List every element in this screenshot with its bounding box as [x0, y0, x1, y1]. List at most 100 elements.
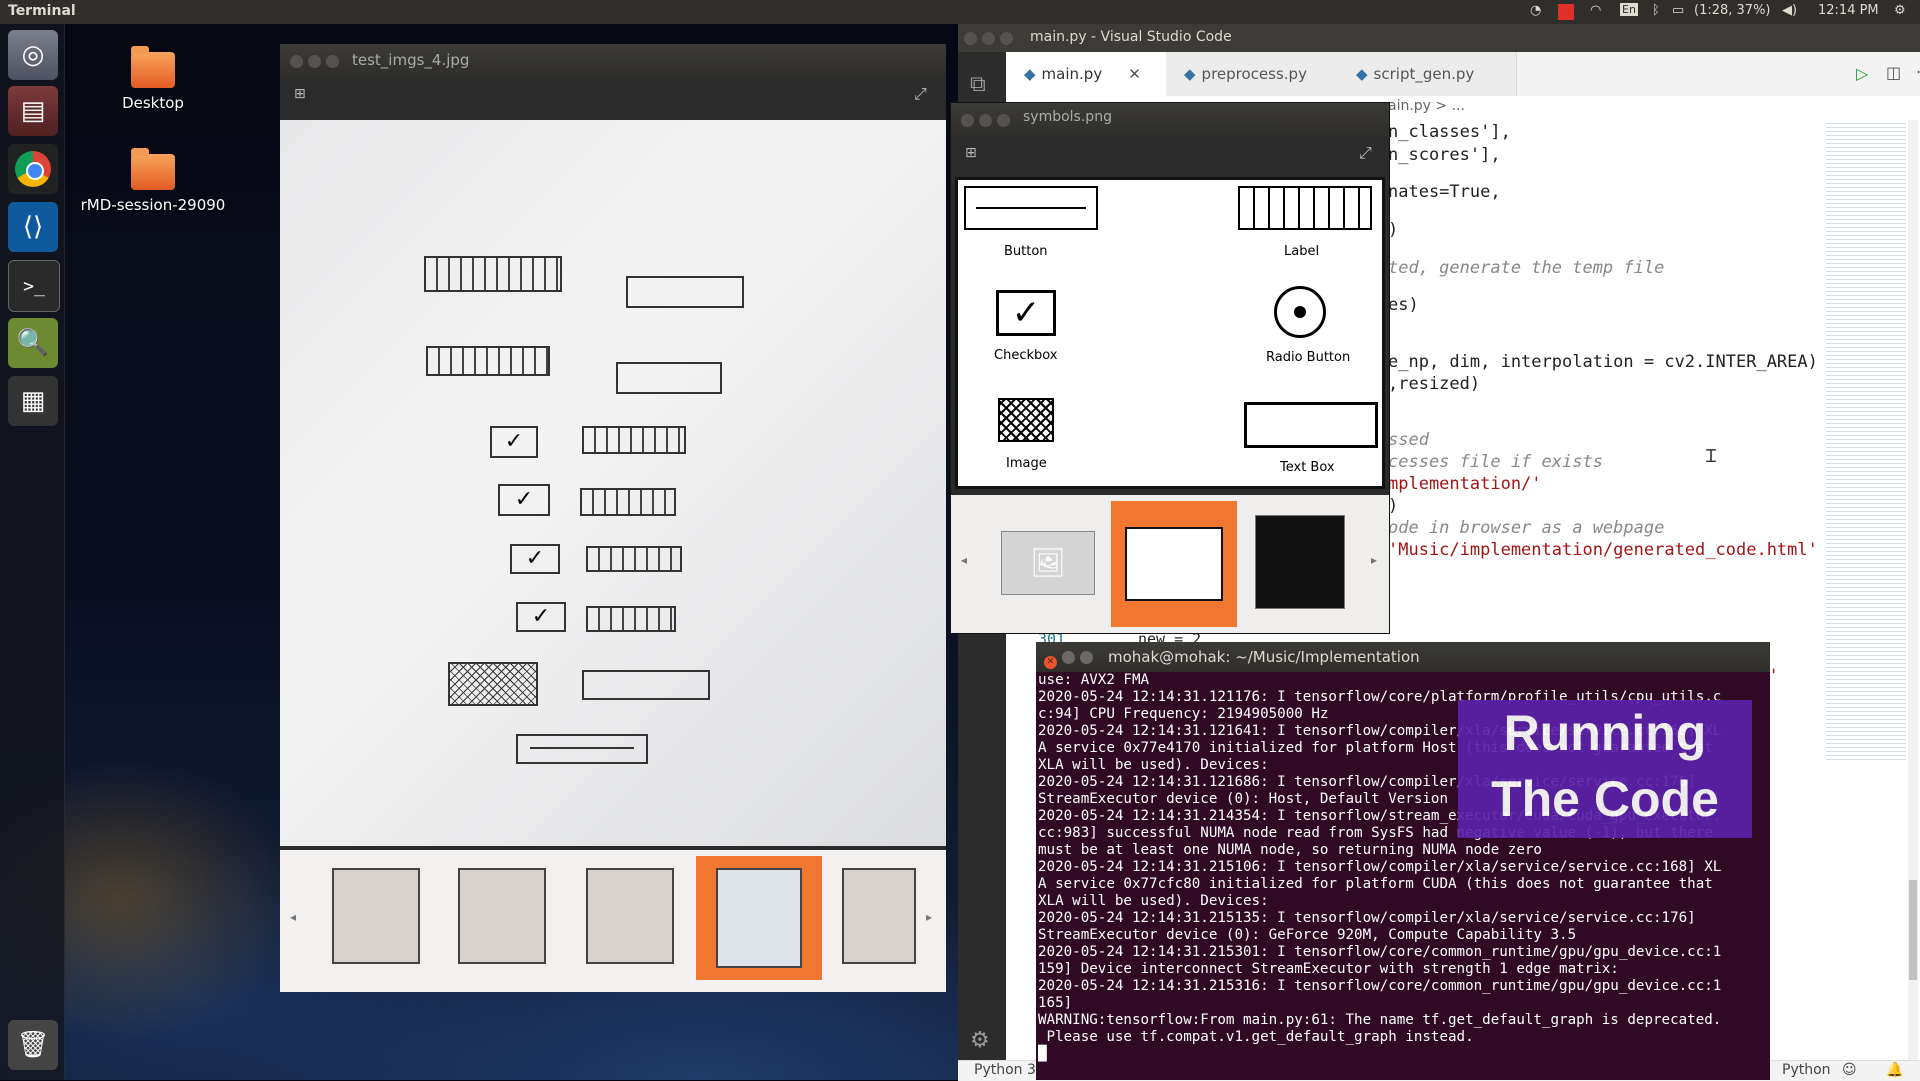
sketch-textbox [626, 276, 744, 308]
sketch-checkbox: ✓ [516, 602, 566, 632]
notifications-icon[interactable]: 🔔 [1886, 1062, 1903, 1078]
folder-icon [131, 148, 175, 190]
button-symbol [964, 186, 1098, 230]
minimize-button[interactable] [308, 55, 321, 68]
text-cursor-icon: Ɪ [1706, 446, 1717, 467]
tab-preprocess-py[interactable]: ◆ preprocess.py [1166, 52, 1341, 96]
thumbnail[interactable] [842, 868, 916, 964]
desktop-icon-label: Desktop [122, 94, 184, 112]
settings-gear-icon[interactable]: ⚙ [1894, 3, 1906, 18]
close-button[interactable]: ✕ [1044, 656, 1057, 669]
thumbnail[interactable] [586, 868, 674, 964]
close-button[interactable] [290, 55, 303, 68]
dropbox-icon[interactable]: ◔ [1530, 3, 1541, 18]
window-title: test_imgs_4.jpg [352, 51, 470, 69]
thumbnail-selected[interactable] [1111, 501, 1237, 627]
settings-gear-icon[interactable]: ⚙ [970, 1028, 990, 1053]
window-titlebar[interactable]: symbols.png [951, 103, 1389, 135]
thumbnail[interactable] [332, 868, 420, 964]
fullscreen-icon[interactable]: ⤢ [914, 84, 927, 104]
close-tab-icon[interactable]: ✕ [1128, 65, 1141, 83]
minimize-button[interactable] [1062, 651, 1075, 664]
minimize-button[interactable] [982, 32, 995, 45]
maximize-button[interactable] [1080, 651, 1093, 664]
feedback-icon[interactable]: ☺ [1842, 1062, 1857, 1078]
vertical-scrollbar[interactable] [1908, 120, 1918, 1060]
tab-script-gen-py[interactable]: ◆ script_gen.py [1338, 52, 1517, 96]
thumbnail [1125, 527, 1223, 601]
terminal-line: StreamExecutor device (0): GeForce 920M,… [1038, 927, 1577, 943]
workspace-switcher-icon[interactable]: ▦ [8, 376, 58, 426]
symbol-label: Button [1004, 244, 1048, 259]
close-button[interactable] [961, 114, 974, 127]
chrome-icon[interactable] [8, 144, 58, 194]
run-icon[interactable]: ▷ [1856, 64, 1868, 83]
scroll-right-icon[interactable]: ▸ [1371, 553, 1377, 567]
add-icon[interactable]: ⊞ [965, 145, 977, 161]
scrollbar-thumb[interactable] [1909, 880, 1917, 980]
record-indicator-icon[interactable] [1558, 4, 1574, 20]
image-placeholder-icon[interactable]: 🖼 [1001, 531, 1095, 595]
maximize-button[interactable] [1000, 32, 1013, 45]
minimap[interactable] [1826, 120, 1906, 760]
battery-icon[interactable]: ▭ [1672, 3, 1684, 18]
code-line: n_classes'], [1388, 122, 1511, 142]
symbol-label: Text Box [1280, 460, 1335, 475]
thumbnail[interactable] [458, 868, 546, 964]
code-comment: ted, generate the temp file [1388, 258, 1665, 278]
window-controls [964, 32, 1018, 49]
close-button[interactable] [964, 32, 977, 45]
more-actions-icon[interactable]: ⋯ [1916, 62, 1920, 81]
language-mode[interactable]: Python [1782, 1062, 1831, 1078]
volume-icon[interactable]: ◀) [1782, 3, 1797, 18]
add-icon[interactable]: ⊞ [294, 86, 306, 102]
window-titlebar[interactable]: ✕ mohak@mohak: ~/Music/Implementation [1036, 642, 1770, 672]
bluetooth-icon[interactable]: ᛒ [1652, 3, 1660, 18]
window-controls [290, 54, 344, 72]
symbol-label: Radio Button [1266, 350, 1351, 365]
breadcrumb[interactable]: ain.py > ... [1388, 98, 1465, 114]
thumbnail-selected[interactable] [696, 856, 822, 980]
dash-icon[interactable]: ◎ [8, 30, 58, 80]
scroll-left-icon[interactable]: ◂ [290, 910, 296, 924]
launcher: ◎ ▤ ⟨⟩ >_ 🔍 ▦ 🗑 [0, 24, 65, 1080]
code-string: mplementation/' [1388, 474, 1542, 494]
vscode-icon[interactable]: ⟨⟩ [8, 202, 58, 252]
terminal-line: 2020-05-24 12:14:31.215301: I tensorflow… [1038, 944, 1722, 960]
scroll-left-icon[interactable]: ◂ [961, 553, 967, 567]
battery-status[interactable]: (1:28, 37%) [1694, 3, 1771, 18]
maximize-button[interactable] [326, 55, 339, 68]
sketch-image: ✓ ✓ ✓ ✓ [280, 120, 946, 846]
explorer-icon[interactable]: ⧉ [970, 72, 986, 97]
scroll-right-icon[interactable]: ▸ [926, 910, 932, 924]
code-comment: ssed [1388, 430, 1429, 450]
code-editor[interactable]: n_classes'], n_scores'], nates=True, ) t… [1388, 120, 1818, 700]
desktop-folder-session[interactable]: rMD-session-29090 [78, 148, 228, 214]
thumbnail[interactable] [1255, 515, 1345, 609]
minimize-button[interactable] [979, 114, 992, 127]
interpreter-status[interactable]: Python 3. [974, 1062, 1040, 1078]
desktop-folder-desktop[interactable]: Desktop [78, 46, 228, 112]
symbol-label: Checkbox [994, 348, 1058, 363]
fullscreen-icon[interactable]: ⤢ [1359, 143, 1372, 163]
wifi-icon[interactable]: ◠ [1590, 3, 1601, 18]
desktop-icon-label: rMD-session-29090 [80, 196, 226, 214]
sketch-label [586, 546, 682, 572]
image-viewer-icon[interactable]: 🔍 [8, 318, 58, 368]
window-titlebar[interactable]: test_imgs_4.jpg [280, 44, 946, 76]
sketch-checkbox: ✓ [498, 484, 550, 516]
tab-main-py[interactable]: ◆ main.py ✕ [1006, 52, 1181, 96]
files-icon[interactable]: ▤ [8, 86, 58, 136]
keyboard-layout[interactable]: En [1620, 3, 1638, 16]
clock[interactable]: 12:14 PM [1818, 3, 1879, 18]
split-editor-icon[interactable]: ◫ [1886, 63, 1901, 82]
trash-icon[interactable]: 🗑 [8, 1020, 58, 1070]
code-line: nates=True, [1388, 182, 1501, 202]
window-titlebar[interactable]: main.py - Visual Studio Code [958, 24, 1920, 52]
terminal-line: 159] Device interconnect StreamExecutor … [1038, 961, 1619, 977]
terminal-icon[interactable]: >_ [8, 260, 60, 312]
editor-tabs: ◆ main.py ✕ ◆ preprocess.py ◆ script_gen… [1006, 52, 1920, 96]
maximize-button[interactable] [997, 114, 1010, 127]
terminal-line: A service 0x77cfc80 initialized for plat… [1038, 876, 1713, 892]
terminal-line: use: AVX2 FMA [1038, 672, 1150, 688]
